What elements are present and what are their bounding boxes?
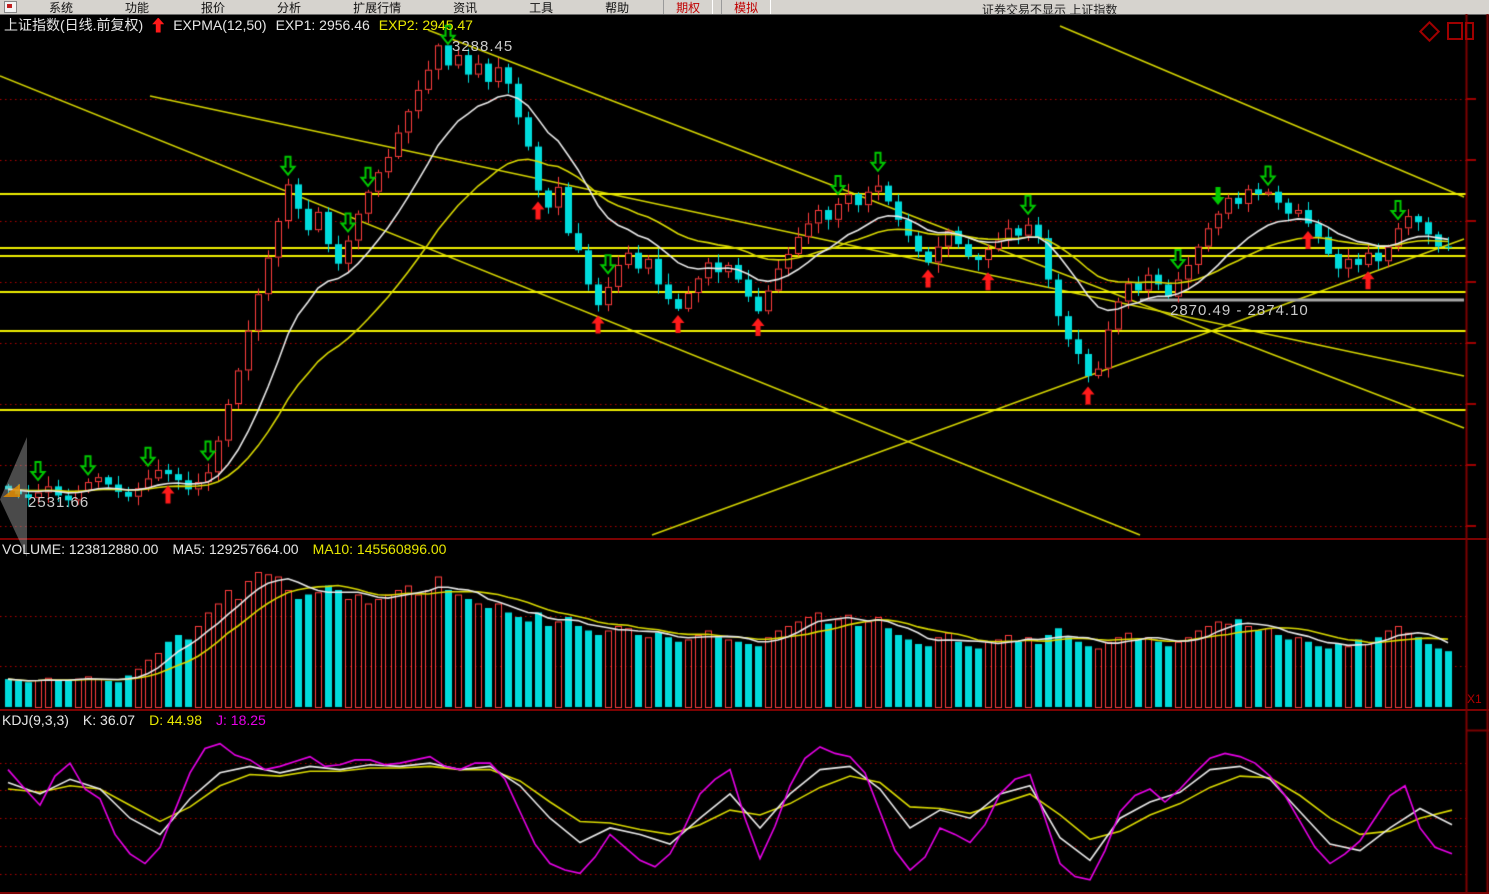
- menu-bar: 系统 功能 报价 分析 扩展行情 资讯 工具 帮助 期权 模拟 证券交易不显示 …: [0, 0, 1489, 15]
- menu-item-quotes[interactable]: 报价: [175, 0, 251, 15]
- low-price-label: 2531.66: [28, 494, 89, 511]
- peak-price-label: 3288.45: [452, 38, 513, 55]
- menu-item-system[interactable]: 系统: [23, 0, 99, 15]
- symbol-title: 上证指数(日线.前复权): [4, 15, 143, 35]
- menu-item-analysis[interactable]: 分析: [251, 0, 327, 15]
- kdj-d-value: D: 44.98: [149, 712, 202, 728]
- volume-chart-canvas[interactable]: [0, 540, 1489, 709]
- menu-right-status: 证券交易不显示 上证指数: [982, 1, 1117, 15]
- menu-item-tools[interactable]: 工具: [503, 0, 579, 15]
- volume-ma10-value: MA10: 145560896.00: [313, 541, 447, 557]
- trading-app-window: 系统 功能 报价 分析 扩展行情 资讯 工具 帮助 期权 模拟 证券交易不显示 …: [0, 0, 1489, 894]
- kdj-k-value: K: 36.07: [83, 712, 135, 728]
- chart-corner-tools: [1422, 22, 1474, 40]
- menu-item-extended-quotes[interactable]: 扩展行情: [327, 0, 427, 15]
- menu-item-simulation-hot[interactable]: 模拟: [721, 0, 771, 15]
- kdj-indicator-name[interactable]: KDJ(9,3,3): [2, 712, 69, 728]
- price-chart-canvas[interactable]: [0, 14, 1489, 538]
- price-range-label: 2870.49 - 2874.10: [1170, 302, 1309, 319]
- menu-item-function[interactable]: 功能: [99, 0, 175, 15]
- exp2-value: EXP2: 2945.47: [379, 17, 473, 33]
- price-chart-header: 上证指数(日线.前复权) EXPMA(12,50) EXP1: 2956.46 …: [4, 15, 473, 35]
- indicator-name[interactable]: EXPMA(12,50): [173, 17, 266, 33]
- trend-up-icon: [152, 18, 164, 33]
- kdj-j-value: J: 18.25: [216, 712, 266, 728]
- volume-ma5-value: MA5: 129257664.00: [172, 541, 298, 557]
- exp1-value: EXP1: 2956.46: [276, 17, 370, 33]
- menu-item-news[interactable]: 资讯: [427, 0, 503, 15]
- x1-axis-label: X1: [1467, 692, 1482, 706]
- menu-item-help[interactable]: 帮助: [579, 0, 655, 15]
- kdj-chart-canvas[interactable]: [0, 711, 1489, 892]
- app-icon[interactable]: [4, 1, 17, 13]
- kdj-header: KDJ(9,3,3) K: 36.07 D: 44.98 J: 18.25: [2, 712, 266, 728]
- volume-header: VOLUME: 123812880.00 MA5: 129257664.00 M…: [2, 541, 446, 557]
- menu-item-options-hot[interactable]: 期权: [663, 0, 713, 15]
- split-window-icon[interactable]: [1447, 22, 1474, 40]
- diamond-marker-icon[interactable]: [1419, 20, 1440, 41]
